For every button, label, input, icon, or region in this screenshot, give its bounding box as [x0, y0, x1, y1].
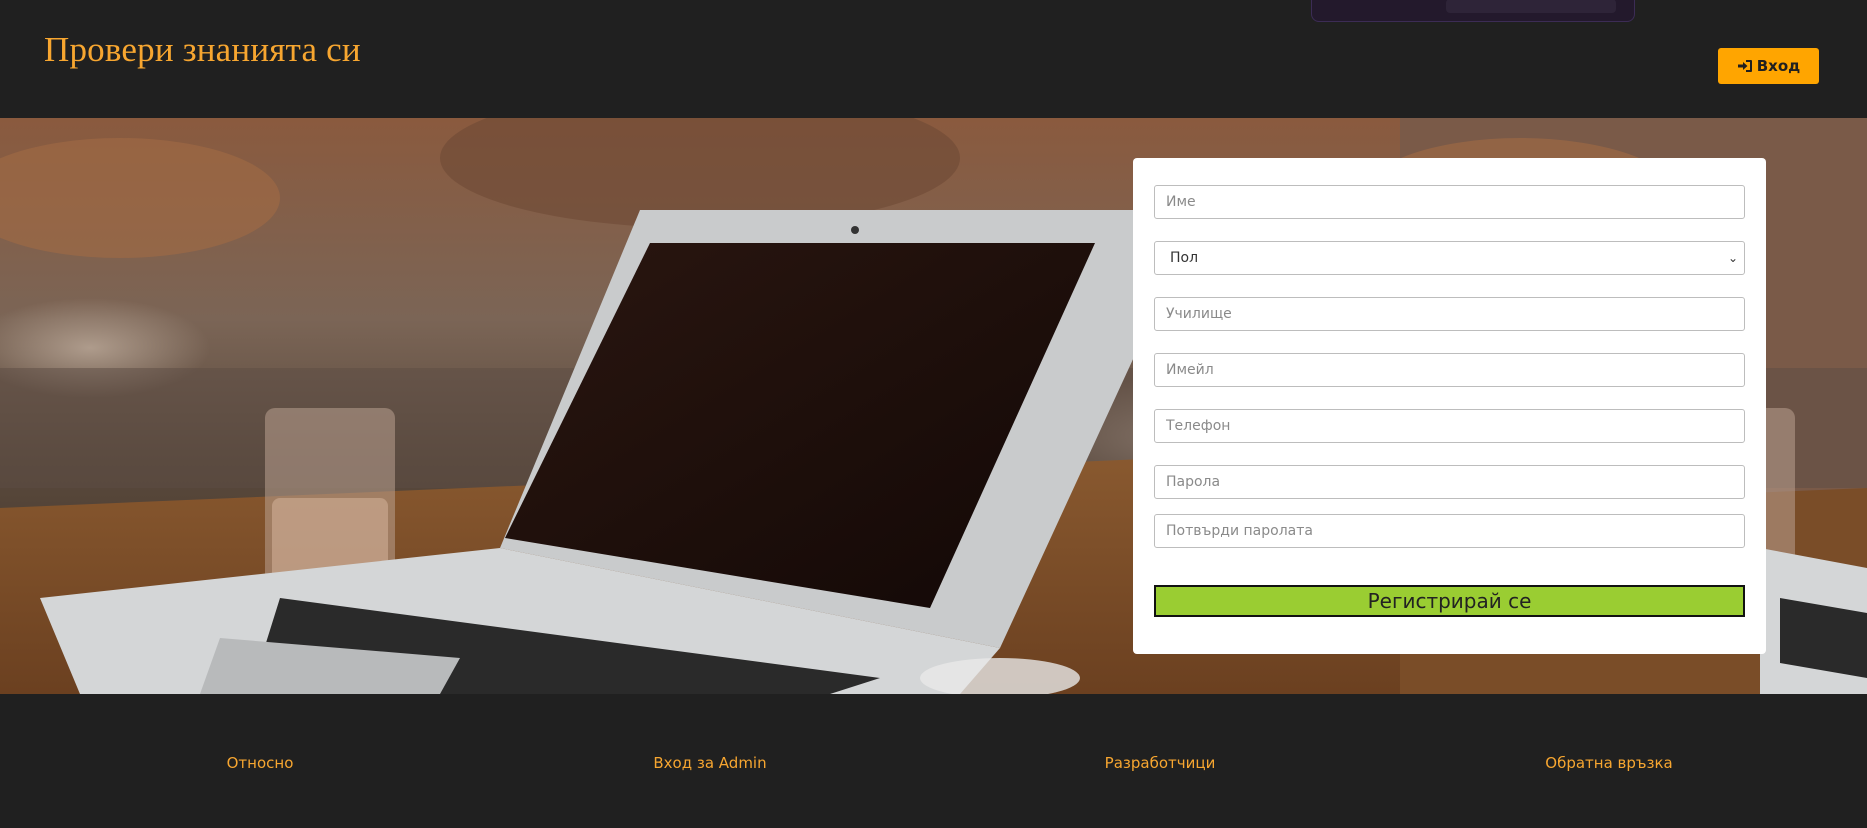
footer-link-about[interactable]: Относно — [227, 754, 294, 772]
email-input[interactable] — [1154, 353, 1745, 387]
school-input[interactable] — [1154, 297, 1745, 331]
confirm-password-input[interactable] — [1154, 514, 1745, 548]
header: Провери знанията си Вход — [0, 0, 1867, 118]
footer: Относно Вход за Admin Разработчици Обрат… — [0, 694, 1867, 828]
footer-link-admin-login[interactable]: Вход за Admin — [653, 754, 766, 772]
login-button[interactable]: Вход — [1718, 48, 1819, 84]
login-button-label: Вход — [1756, 57, 1801, 75]
dropdown-popup — [1311, 0, 1635, 22]
sign-in-icon — [1737, 60, 1752, 72]
site-title: Провери знанията си — [44, 30, 361, 69]
password-input[interactable] — [1154, 465, 1745, 499]
gender-select[interactable]: Пол ⌄ — [1154, 241, 1745, 275]
phone-input[interactable] — [1154, 409, 1745, 443]
footer-link-developers[interactable]: Разработчици — [1105, 754, 1216, 772]
footer-link-feedback[interactable]: Обратна връзка — [1545, 754, 1672, 772]
registration-form: Пол ⌄ Регистрирай се — [1133, 158, 1766, 654]
gender-select-value: Пол — [1170, 250, 1199, 266]
dropdown-popup-item[interactable] — [1446, 0, 1616, 13]
name-input[interactable] — [1154, 185, 1745, 219]
register-button[interactable]: Регистрирай се — [1154, 585, 1745, 617]
chevron-down-icon: ⌄ — [1727, 251, 1738, 265]
hero-section: Пол ⌄ Регистрирай се — [0, 118, 1867, 694]
